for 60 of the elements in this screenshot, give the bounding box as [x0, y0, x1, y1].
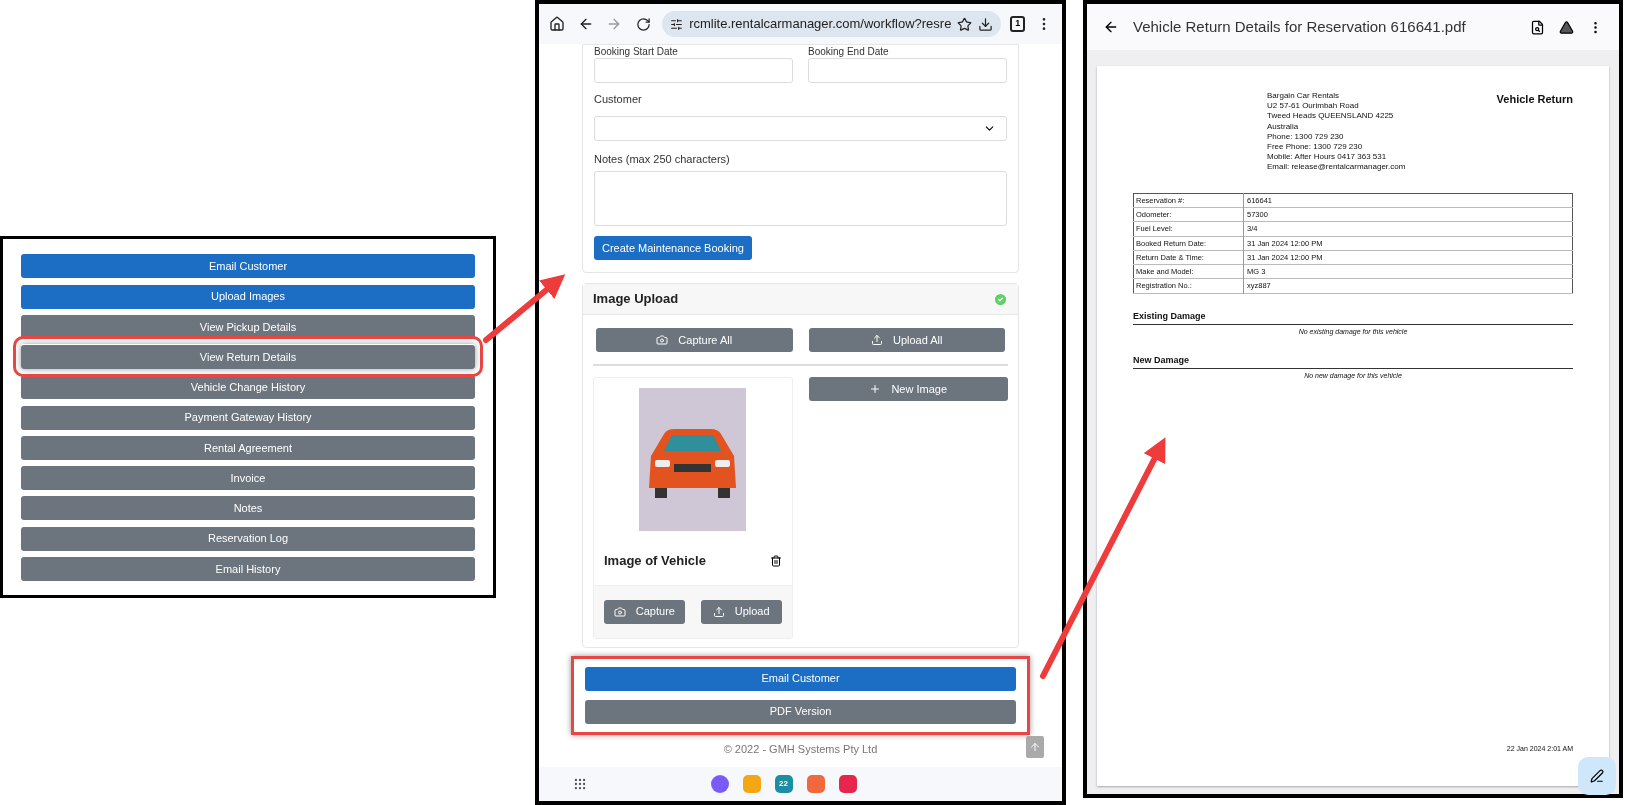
menu-button[interactable]: Email Customer [21, 254, 475, 279]
action-button[interactable]: PDF Version [585, 699, 1016, 724]
upload-all-button[interactable]: Upload All [808, 328, 1005, 352]
menu-button[interactable]: Email History [21, 556, 475, 581]
create-booking-button[interactable]: Create Maintenance Booking [594, 236, 752, 260]
document-title: Vehicle Return Details for Reservation 616641.pdf [1133, 16, 1466, 37]
date-input-field[interactable] [594, 58, 793, 83]
menu-button[interactable]: Notes [21, 496, 475, 521]
site-settings-icon[interactable] [670, 17, 684, 31]
company-detail: Tweed Heads QUEENSLAND 4225 [1267, 111, 1395, 122]
url-text: rcmlite.rentalcarmanager.com/workflow?resre [689, 15, 952, 34]
menu-button[interactable]: Vehicle Change History [21, 375, 475, 400]
back-icon[interactable] [1103, 19, 1119, 35]
calendar-app-icon[interactable]: 22 [774, 775, 793, 793]
capture-button[interactable]: Capture [604, 599, 685, 624]
date-input-field[interactable] [808, 58, 1007, 83]
apps-grid-icon[interactable] [573, 777, 587, 791]
field-label: Booking Start Date [594, 47, 679, 57]
capture-all-button[interactable]: Capture All [596, 328, 793, 352]
company-detail: U2 57-61 Ourimbah Road [1267, 101, 1360, 112]
tab-count[interactable]: 1 [1010, 16, 1026, 32]
annotate-button[interactable] [1578, 757, 1616, 795]
search-document-icon[interactable] [1530, 19, 1545, 35]
menu-button[interactable]: Reservation Log [21, 526, 475, 551]
action-button[interactable]: Email Customer [585, 666, 1016, 691]
section-heading: New Damage [1133, 353, 1573, 370]
company-detail: Email: release@rentalcarmanager.com [1267, 162, 1406, 173]
menu-button[interactable]: Rental Agreement [21, 435, 475, 460]
field-label: Customer [594, 92, 643, 107]
address-bar[interactable]: rcmlite.rentalcarmanager.com/workflow?resre [662, 11, 1002, 37]
camera-icon [656, 334, 669, 346]
company-detail: Mobile: After Hours 0417 363 531 [1267, 152, 1388, 163]
company-detail: Free Phone: 1300 729 230 [1267, 142, 1364, 153]
section-heading: Existing Damage [1133, 309, 1573, 326]
company-detail: Australia [1267, 121, 1300, 132]
upload-icon [712, 605, 725, 618]
field-label: Notes (max 250 characters) [594, 151, 731, 167]
document-heading: Vehicle Return [1496, 92, 1573, 107]
card-title: Image Upload [593, 290, 679, 309]
trash-icon[interactable] [769, 554, 782, 567]
image-title: Image of Vehicle [604, 552, 706, 570]
plus-icon [869, 383, 882, 395]
field-label: Booking End Date [808, 47, 890, 57]
menu-button[interactable]: View Pickup Details [21, 314, 475, 339]
star-icon[interactable] [957, 16, 973, 32]
menu-button[interactable]: Invoice [21, 466, 475, 490]
arrow-up-icon [1029, 741, 1041, 753]
company-detail: Bargain Car Rentals [1267, 91, 1341, 102]
company-detail: Phone: 1300 729 230 [1267, 131, 1345, 142]
upload-icon [870, 334, 883, 346]
new-image-button[interactable]: New Image [808, 377, 1008, 401]
pen-icon [1590, 769, 1604, 783]
notes-input-field[interactable] [594, 171, 1007, 226]
menu-button[interactable]: View Return Details [21, 345, 475, 369]
camera-icon [613, 605, 626, 618]
menu-button[interactable]: Payment Gateway History [21, 405, 475, 430]
download-icon[interactable] [978, 16, 994, 32]
menu-button[interactable]: Upload Images [21, 284, 475, 309]
upload-button[interactable]: Upload [700, 599, 782, 624]
footer-copyright: © 2022 - GMH Systems Pty Ltd [723, 742, 878, 758]
